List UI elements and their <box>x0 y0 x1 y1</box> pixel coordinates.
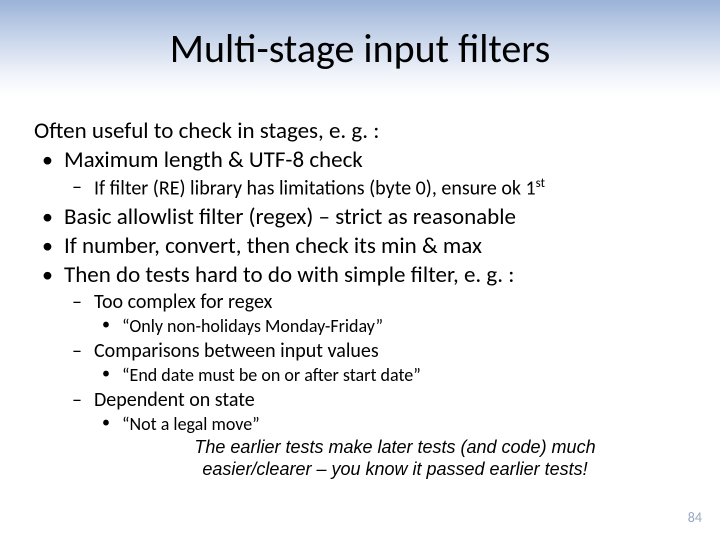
bullet-text: If number, convert, then check its min &… <box>64 232 482 260</box>
bullet-level1: Maximum length & UTF-8 check <box>34 147 686 174</box>
lead-text: Often useful to check in stages, e. g. : <box>34 118 686 145</box>
bullet-level3: “Only non-holidays Monday-Friday” <box>34 316 686 337</box>
bullet-level3: “End date must be on or after start date… <box>34 365 686 386</box>
superscript: st <box>536 176 545 191</box>
bullet-level1: Basic allowlist filter (regex) – strict … <box>34 204 686 231</box>
bullet-text: “Not a legal move” <box>122 413 260 435</box>
bullet-text: Maximum length & UTF-8 check <box>64 146 363 174</box>
bullet-text: Then do tests hard to do with simple fil… <box>64 261 514 289</box>
closing-line2: easier/clearer – you know it passed earl… <box>202 459 587 479</box>
bullet-text: “Only non-holidays Monday-Friday” <box>122 315 383 337</box>
bullet-text: Too complex for regex <box>94 290 272 314</box>
bullet-level2: Comparisons between input values <box>34 340 686 364</box>
bullet-text: Comparisons between input values <box>94 339 379 363</box>
bullet-level2: Too complex for regex <box>34 291 686 315</box>
slide: Multi-stage input filters Often useful t… <box>0 0 720 540</box>
bullet-level2: Dependent on state <box>34 389 686 413</box>
closing-remark: The earlier tests make later tests (and … <box>34 437 686 479</box>
title-band: Multi-stage input filters <box>0 0 720 96</box>
bullet-level1: Then do tests hard to do with simple fil… <box>34 262 686 289</box>
bullet-text: “End date must be on or after start date… <box>122 364 421 386</box>
slide-body: Often useful to check in stages, e. g. :… <box>0 96 720 480</box>
page-number: 84 <box>688 509 702 526</box>
slide-title: Multi-stage input filters <box>170 24 550 73</box>
bullet-level1: If number, convert, then check its min &… <box>34 233 686 260</box>
bullet-text: Basic allowlist filter (regex) – strict … <box>64 203 516 231</box>
bullet-text: If filter (RE) library has limitations (… <box>94 177 536 201</box>
bullet-level3: “Not a legal move” <box>34 414 686 435</box>
bullet-text: Dependent on state <box>94 388 255 412</box>
bullet-list: Maximum length & UTF-8 check If filter (… <box>34 147 686 435</box>
bullet-level2: If filter (RE) library has limitations (… <box>34 176 686 201</box>
closing-line1: The earlier tests make later tests (and … <box>194 437 595 457</box>
